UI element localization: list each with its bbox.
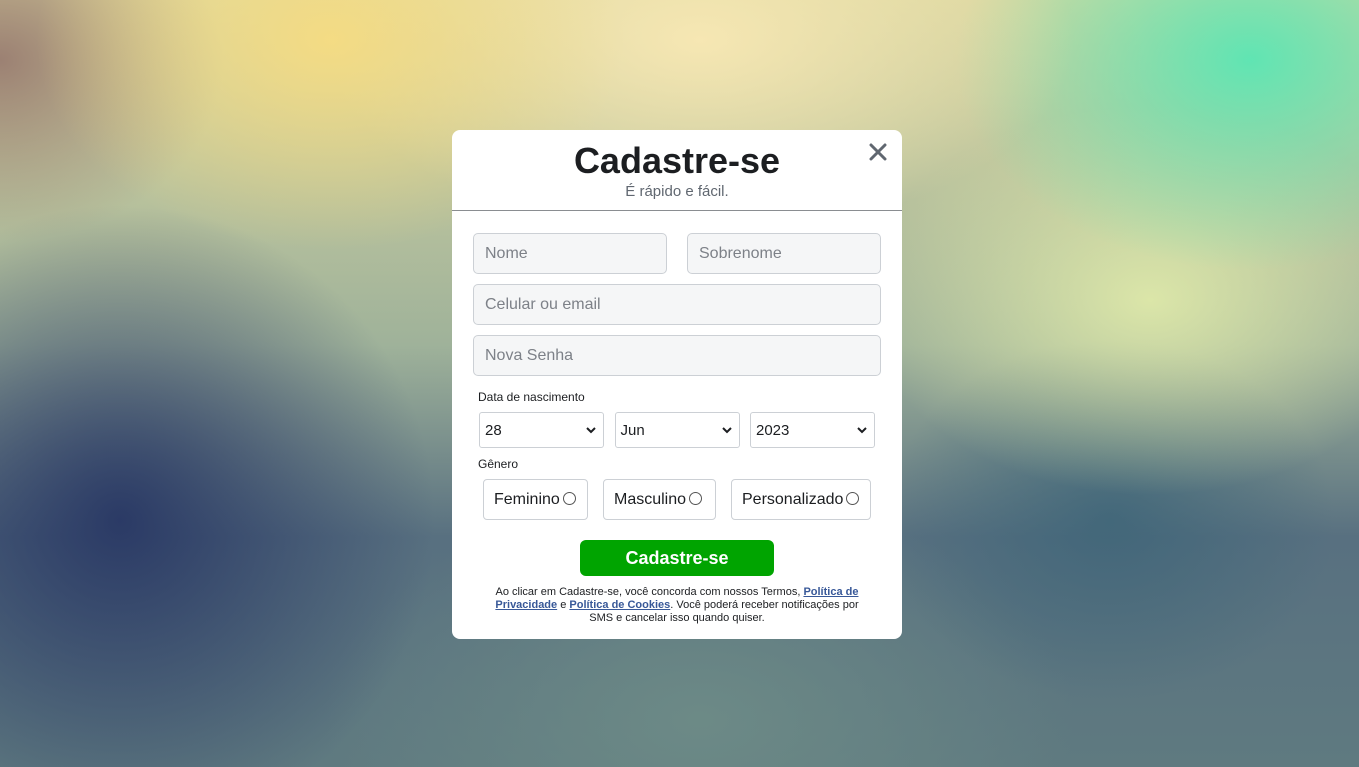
birth-month-select[interactable]: Jun (614, 412, 740, 448)
gender-options: Feminino Masculino Personalizado (483, 479, 881, 520)
gender-option-label: Personalizado (742, 490, 844, 508)
birth-day-select[interactable]: 28 (479, 412, 604, 448)
birth-date-label: Data de nascimento (478, 390, 585, 404)
close-icon (869, 143, 887, 161)
birth-year-select[interactable]: 2023 (750, 412, 875, 448)
gender-label: Gênero (478, 457, 519, 471)
birth-month-value: Jun (620, 421, 645, 439)
dialog-subtitle: É rápido e fácil. (625, 183, 729, 200)
chevron-down-icon (586, 427, 596, 434)
name-row (473, 233, 881, 274)
signup-dialog: Cadastre-se É rápido e fácil. Data de na… (452, 130, 902, 639)
gender-option-feminino[interactable]: Feminino (483, 479, 588, 520)
dialog-header: Cadastre-se É rápido e fácil. (452, 130, 902, 211)
close-button[interactable] (866, 140, 890, 164)
terms-text: Ao clicar em Cadastre-se, você concorda … (483, 586, 871, 625)
signup-form: Data de nascimento 28 Jun 2023 G (452, 211, 902, 625)
password-input[interactable] (473, 335, 881, 376)
first-name-input[interactable] (473, 233, 667, 274)
chevron-down-icon (721, 427, 732, 434)
radio-button[interactable] (562, 492, 576, 505)
contact-input[interactable] (473, 284, 881, 325)
birth-date-selects: 28 Jun 2023 (479, 412, 875, 448)
radio-button[interactable] (846, 492, 860, 505)
birth-year-value: 2023 (756, 421, 790, 439)
radio-button[interactable] (689, 492, 703, 505)
cookies-policy-link[interactable]: Política de Cookies (569, 599, 670, 611)
terms-text-part: Ao clicar em Cadastre-se, você concorda … (495, 586, 804, 598)
birth-day-value: 28 (485, 421, 502, 439)
gender-option-masculino[interactable]: Masculino (603, 479, 716, 520)
gender-option-label: Masculino (614, 490, 687, 508)
chevron-down-icon (857, 427, 867, 434)
signup-button[interactable]: Cadastre-se (580, 540, 774, 576)
gender-option-personalizado[interactable]: Personalizado (731, 479, 871, 520)
terms-text-part: e (557, 599, 570, 611)
last-name-input[interactable] (687, 233, 881, 274)
dialog-title: Cadastre-se (573, 140, 781, 181)
gender-option-label: Feminino (494, 490, 560, 508)
